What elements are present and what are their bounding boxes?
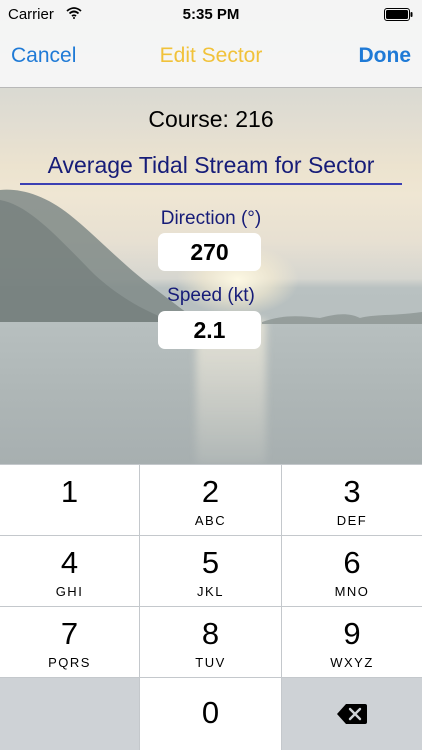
done-button[interactable]: Done [359,44,412,68]
section-title: Average Tidal Stream for Sector [20,152,402,185]
battery-icon [384,8,413,21]
delete-button[interactable] [282,678,422,750]
speed-label: Speed (kt) [167,285,255,306]
direction-label: Direction (°) [160,208,262,229]
key-2[interactable]: 2 ABC [140,465,281,535]
key-7[interactable]: 7 PQRS [0,607,139,677]
speed-field[interactable]: 2.1 [158,311,261,349]
key-0[interactable]: 0 [140,678,281,750]
status-bar: Carrier 5:35 PM [0,0,422,29]
key-3[interactable]: 3 DEF [282,465,422,535]
key-6[interactable]: 6 MNO [282,536,422,606]
navigation-bar: Cancel Edit Sector Done [0,29,422,88]
key-4[interactable]: 4 GHI [0,536,139,606]
direction-field[interactable]: 270 [158,233,261,271]
key-8[interactable]: 8 TUV [140,607,281,677]
numeric-keypad: 1 2 ABC 3 DEF 4 GHI 5 JKL 6 MNO 7 PQRS 8… [0,464,422,750]
course-label: Course: 216 [148,106,274,132]
key-9[interactable]: 9 WXYZ [282,607,422,677]
backspace-icon [337,704,367,724]
clock: 5:35 PM [182,6,240,23]
key-blank [0,678,139,750]
key-1[interactable]: 1 [0,465,139,535]
key-5[interactable]: 5 JKL [140,536,281,606]
